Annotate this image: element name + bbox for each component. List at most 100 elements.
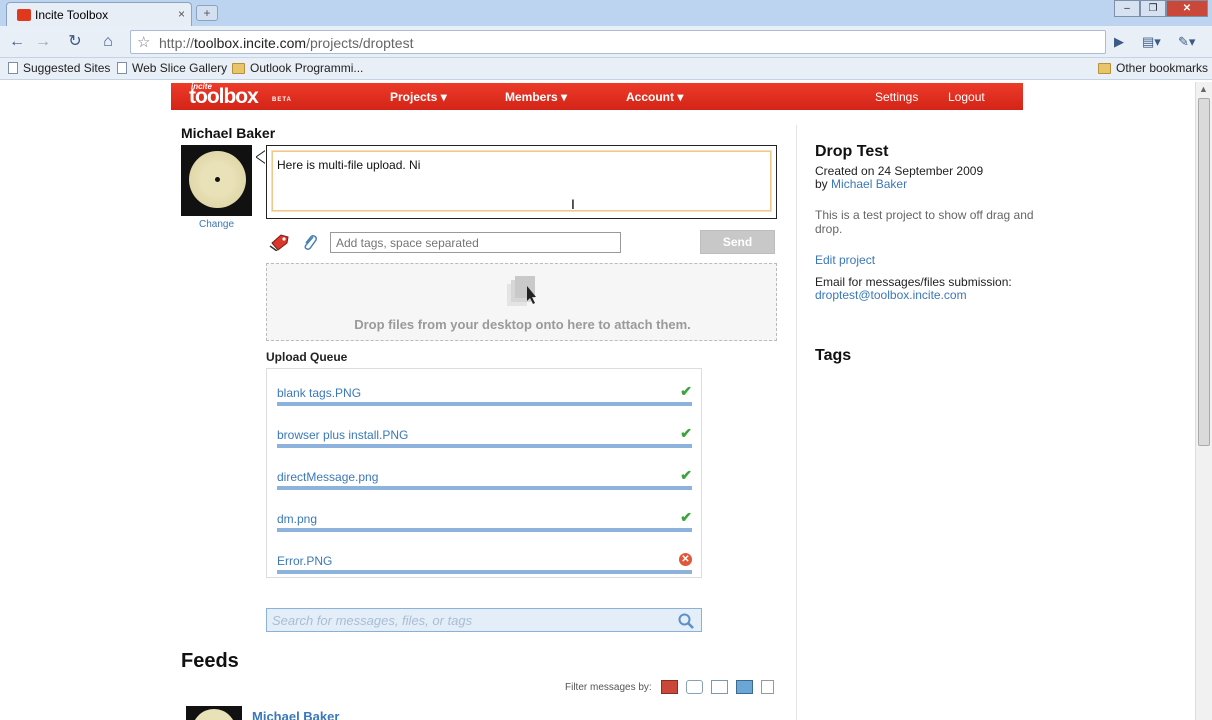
edit-project-link[interactable]: Edit project <box>815 253 875 267</box>
upload-error-icon[interactable]: ✕ <box>679 553 692 566</box>
tags-input[interactable] <box>330 232 621 253</box>
minimize-button[interactable]: – <box>1114 0 1140 17</box>
reload-icon[interactable]: ↻ <box>64 32 86 52</box>
search-input[interactable] <box>268 610 668 630</box>
maximize-button[interactable]: ❐ <box>1140 0 1166 17</box>
toolbox-favicon-icon <box>17 9 31 21</box>
bookmark-label: Outlook Programmi... <box>250 61 364 75</box>
page-menu-icon[interactable]: ▤▾ <box>1142 34 1161 50</box>
upload-item: dm.png ✔ <box>277 501 692 532</box>
bookmark-web-slice-gallery[interactable]: Web Slice Gallery <box>117 61 227 75</box>
email-submission-label: Email for messages/files submission: <box>815 275 1012 289</box>
upload-item: blank tags.PNG ✔ <box>277 375 692 406</box>
upload-progress-bar <box>277 402 692 406</box>
upload-progress-bar <box>277 486 692 490</box>
send-button[interactable]: Send <box>700 230 775 254</box>
back-arrow-icon[interactable]: ← <box>6 32 28 52</box>
play-icon[interactable]: ▶ <box>1114 34 1124 50</box>
nav-account[interactable]: Account ▾ <box>626 90 683 104</box>
home-icon[interactable]: ⌂ <box>97 32 119 52</box>
upload-item: Error.PNG ✕ <box>277 543 692 574</box>
url-text[interactable]: http://toolbox.incite.com/projects/dropt… <box>159 35 413 51</box>
wrench-menu-icon[interactable]: ✎▾ <box>1178 34 1195 50</box>
window-controls: – ❐ ✕ <box>1114 0 1208 18</box>
image-filter-icon[interactable] <box>736 680 753 694</box>
nav-members[interactable]: Members ▾ <box>505 90 567 104</box>
tab-title: Incite Toolbox <box>35 8 109 22</box>
project-description: This is a test project to show off drag … <box>815 208 1034 236</box>
upload-file-name[interactable]: dm.png <box>277 512 317 526</box>
bookmark-suggested-sites[interactable]: Suggested Sites <box>8 61 110 75</box>
drop-files-icon <box>507 276 536 306</box>
upload-success-icon: ✔ <box>680 383 692 399</box>
tag-icon[interactable] <box>269 233 291 251</box>
record-image <box>192 709 236 720</box>
forward-arrow-icon[interactable]: → <box>32 32 54 52</box>
change-avatar-link[interactable]: Change <box>199 219 234 230</box>
toolbox-logo[interactable]: incite toolbox BETA <box>189 82 291 109</box>
bookmark-label: Suggested Sites <box>23 61 111 75</box>
nav-projects[interactable]: Projects ▾ <box>390 90 447 104</box>
upload-item: directMessage.png ✔ <box>277 459 692 490</box>
upload-success-icon: ✔ <box>680 467 692 483</box>
upload-progress-bar <box>277 444 692 448</box>
project-owner-link[interactable]: Michael Baker <box>831 177 907 191</box>
toolbox-filter-icon[interactable] <box>661 680 678 694</box>
file-dropzone[interactable]: Drop files from your desktop onto here t… <box>266 263 777 341</box>
scroll-up-icon[interactable]: ▲ <box>1199 84 1208 94</box>
feeds-title: Feeds <box>181 650 239 672</box>
message-bubble-filter-icon[interactable] <box>686 680 703 694</box>
nav-settings[interactable]: Settings <box>875 90 918 104</box>
upload-success-icon: ✔ <box>680 425 692 441</box>
column-divider <box>796 125 797 720</box>
message-input[interactable]: Here is multi-file upload. Ni <box>271 150 772 212</box>
project-created: Created on 24 September 2009 <box>815 164 984 178</box>
upload-file-name[interactable]: Error.PNG <box>277 554 332 568</box>
nav-logout[interactable]: Logout <box>948 90 985 104</box>
feed-avatar <box>186 706 242 720</box>
upload-queue: blank tags.PNG ✔ browser plus install.PN… <box>266 368 702 578</box>
current-user-name: Michael Baker <box>181 125 276 141</box>
text-cursor-icon: I <box>571 196 575 212</box>
tab-close-icon[interactable]: × <box>178 7 185 21</box>
upload-queue-title: Upload Queue <box>266 350 348 364</box>
upload-item: browser plus install.PNG ✔ <box>277 417 692 448</box>
browser-toolbar: ← → ↻ ⌂ ☆ http://toolbox.incite.com/proj… <box>0 26 1212 58</box>
browser-tab[interactable]: Incite Toolbox × <box>6 2 192 26</box>
url-host: toolbox.incite.com <box>194 35 307 51</box>
page-scrollbar[interactable]: ▲ <box>1195 82 1212 720</box>
page-icon <box>8 62 18 74</box>
upload-file-name[interactable]: browser plus install.PNG <box>277 428 408 442</box>
url-scheme: http:// <box>159 35 195 51</box>
speech-bubble-tip <box>256 150 266 164</box>
upload-progress-bar <box>277 528 692 532</box>
upload-success-icon: ✔ <box>680 509 692 525</box>
close-window-button[interactable]: ✕ <box>1166 0 1208 17</box>
filter-label: Filter messages by: <box>565 682 652 693</box>
upload-file-name[interactable]: directMessage.png <box>277 470 378 484</box>
scrollbar-thumb[interactable] <box>1198 98 1210 446</box>
search-icon[interactable] <box>677 612 695 630</box>
bookmark-label: Web Slice Gallery <box>132 61 228 75</box>
address-bar[interactable]: ☆ http://toolbox.incite.com/projects/dro… <box>130 30 1106 54</box>
email-submission-address[interactable]: droptest@toolbox.incite.com <box>815 288 967 302</box>
mail-filter-icon[interactable] <box>711 680 728 694</box>
bookmark-other[interactable]: Other bookmarks <box>1098 61 1208 75</box>
bookmark-outlook[interactable]: Outlook Programmi... <box>232 61 363 75</box>
project-title: Drop Test <box>815 143 889 160</box>
bookmark-label: Other bookmarks <box>1116 61 1209 75</box>
new-tab-button[interactable]: + <box>196 5 218 21</box>
page-icon <box>117 62 127 74</box>
upload-progress-bar <box>277 570 692 574</box>
folder-icon <box>232 62 245 74</box>
dropzone-text: Drop files from your desktop onto here t… <box>354 317 691 332</box>
feed-author-link[interactable]: Michael Baker <box>252 709 339 720</box>
upload-file-name[interactable]: blank tags.PNG <box>277 386 361 400</box>
bookmarks-bar: Suggested Sites Web Slice Gallery Outloo… <box>0 58 1212 80</box>
record-hole <box>215 177 220 182</box>
bookmark-star-icon[interactable]: ☆ <box>137 33 150 51</box>
logo-beta: BETA <box>272 97 292 103</box>
attachment-paperclip-icon[interactable] <box>302 234 318 252</box>
document-filter-icon[interactable] <box>761 680 774 694</box>
tags-title: Tags <box>815 347 852 364</box>
